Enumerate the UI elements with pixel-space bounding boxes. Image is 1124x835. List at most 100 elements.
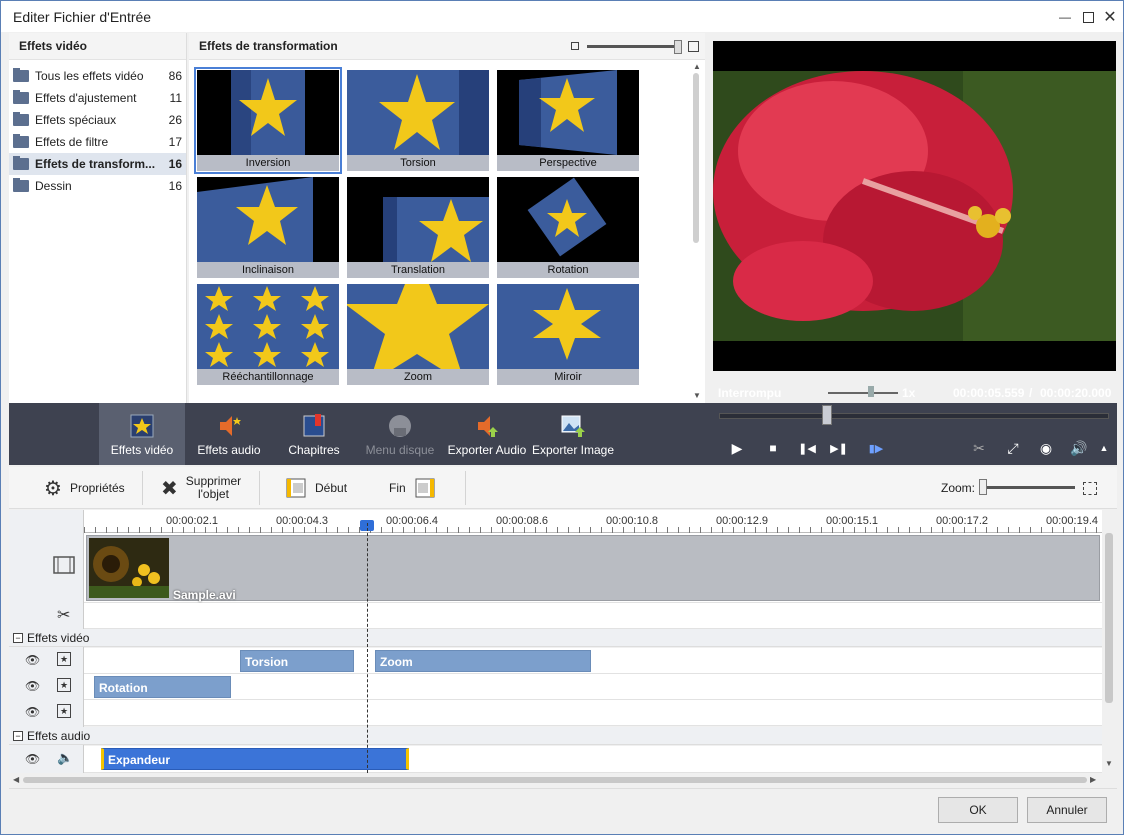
effect-tile-perspective[interactable]: Perspective <box>497 70 639 171</box>
timeline-vertical-scrollbar[interactable] <box>1105 533 1113 703</box>
scissors-icon[interactable]: ✂ <box>969 438 989 458</box>
audio-effects-section-header[interactable]: − Effets audio <box>9 727 1102 745</box>
folder-icon <box>13 112 29 126</box>
effect-tile-inversion[interactable]: Inversion <box>194 67 342 174</box>
end-marker-button[interactable]: Fin <box>389 467 436 509</box>
volume-icon[interactable]: 🔊 <box>1069 438 1089 458</box>
end-label: Fin <box>389 481 406 495</box>
eye-icon[interactable]: 👁 <box>25 653 40 667</box>
delete-x-icon: ✖ <box>161 477 178 500</box>
properties-button[interactable]: ⚙ Propriétés <box>44 467 125 509</box>
category-item-special[interactable]: Effets spéciaux 26 <box>9 109 186 131</box>
effect-clip-torsion[interactable]: Torsion <box>240 650 354 672</box>
tab-label: Exporter Audio <box>447 443 527 457</box>
video-clip[interactable]: Sample.avi <box>86 535 1100 602</box>
effect-tile-translation[interactable]: Translation <box>347 177 489 278</box>
category-label: Dessin <box>35 179 72 193</box>
ruler-label: 00:00:02.1 <box>166 515 218 527</box>
small-thumbs-icon[interactable] <box>571 42 579 50</box>
cancel-button[interactable]: Annuler <box>1027 797 1107 823</box>
delete-object-button[interactable]: ✖ Supprimer l'objet <box>161 467 241 509</box>
category-label: Tous les effets vidéo <box>35 69 144 83</box>
effect-label: Rééchantillonnage <box>197 369 339 385</box>
preview-seek-bar[interactable] <box>719 413 1109 419</box>
snapshot-camera-icon[interactable]: ◉ <box>1036 438 1056 458</box>
ruler-label: 00:00:19.4 <box>1046 515 1098 527</box>
zoom-fit-icon[interactable] <box>1083 482 1097 495</box>
timeline-scroll-right-icon[interactable]: ▶ <box>1090 775 1096 784</box>
eye-icon[interactable]: 👁 <box>25 752 40 766</box>
timeline-scroll-down-icon[interactable]: ▼ <box>1105 759 1113 768</box>
effect-tile-rotation[interactable]: Rotation <box>497 177 639 278</box>
effect-tile-torsion[interactable]: Torsion <box>347 70 489 171</box>
zoom-label: Zoom: <box>941 481 976 495</box>
timeline-horizontal-scrollbar[interactable] <box>23 777 1087 783</box>
effect-thumbnail <box>519 70 617 155</box>
effect-tile-mirror[interactable]: Miroir <box>497 284 639 385</box>
eye-icon[interactable]: 👁 <box>25 679 40 693</box>
next-frame-icon[interactable]: ▶❚ <box>829 438 849 458</box>
effect-tile-resampling[interactable]: Rééchantillonnage <box>197 284 339 385</box>
video-effects-section-header[interactable]: − Effets vidéo <box>9 629 1102 647</box>
timeline-scroll-left-icon[interactable]: ◀ <box>13 775 19 784</box>
ok-button[interactable]: OK <box>938 797 1018 823</box>
minimize-icon[interactable]: — <box>1055 7 1075 27</box>
start-label: Début <box>315 481 348 495</box>
category-item-drawing[interactable]: Dessin 16 <box>9 175 186 197</box>
effect-clip-expandeur[interactable]: Expandeur <box>101 748 409 770</box>
preview-frame <box>713 71 1116 341</box>
category-item-filter[interactable]: Effets de filtre 17 <box>9 131 186 153</box>
fullscreen-icon[interactable]: ⤢ <box>1003 438 1023 458</box>
effects-grid-scrollbar[interactable] <box>693 73 699 243</box>
scroll-up-icon[interactable]: ▲ <box>693 62 701 71</box>
volume-expand-icon[interactable]: ▲ <box>1094 438 1114 458</box>
play-selection-icon[interactable]: ▮▶ <box>866 438 886 458</box>
category-item-all[interactable]: Tous les effets vidéo 86 <box>9 65 186 87</box>
tab-chapters[interactable]: Chapitres <box>274 403 354 465</box>
maximize-icon[interactable] <box>1078 7 1098 27</box>
category-count: 86 <box>168 69 182 83</box>
thumb-size-slider-handle[interactable] <box>674 40 682 54</box>
tab-export-audio[interactable]: Exporter Audio <box>446 403 528 465</box>
effect-label: Zoom <box>347 369 489 385</box>
category-item-adjust[interactable]: Effets d'ajustement 11 <box>9 87 186 109</box>
video-effect-star-icon: ★ <box>57 652 71 666</box>
previous-frame-icon[interactable]: ❚◀ <box>797 438 817 458</box>
effect-tile-zoom[interactable]: Zoom <box>347 284 489 385</box>
thumb-size-slider[interactable] <box>587 45 677 48</box>
effect-clip-zoom[interactable]: Zoom <box>375 650 591 672</box>
collapse-icon[interactable]: − <box>13 633 23 643</box>
speed-slider-handle[interactable] <box>868 386 874 397</box>
category-item-transform[interactable]: Effets de transform... 16 <box>9 153 186 175</box>
scroll-down-icon[interactable]: ▼ <box>693 391 701 400</box>
category-count: 16 <box>168 157 182 171</box>
ruler-label: 00:00:04.3 <box>276 515 328 527</box>
video-clip-thumbnail <box>89 538 169 598</box>
tab-audio-effects[interactable]: Effets audio <box>189 403 269 465</box>
start-marker-button[interactable]: Début <box>285 467 347 509</box>
eye-icon[interactable]: 👁 <box>25 705 40 719</box>
video-track: Sample.avi <box>84 533 1102 603</box>
close-icon[interactable]: ✕ <box>1100 7 1120 27</box>
speed-slider[interactable] <box>828 392 898 394</box>
cut-scissors-icon[interactable]: ✂ <box>57 605 70 625</box>
effect-tile-inclinaison[interactable]: Inclinaison <box>197 177 339 278</box>
folder-icon <box>13 90 29 104</box>
effect-clip-rotation[interactable]: Rotation <box>94 676 231 698</box>
speaker-star-icon <box>220 416 241 436</box>
large-thumbs-icon[interactable] <box>688 41 699 52</box>
effect-label: Torsion <box>347 155 489 171</box>
timeline-ruler[interactable]: 00:00:02.1 00:00:04.3 00:00:06.4 00:00:0… <box>84 510 1102 533</box>
tab-export-image[interactable]: Exporter Image <box>530 403 616 465</box>
play-icon[interactable]: ▶ <box>727 438 747 458</box>
zoom-slider[interactable] <box>985 486 1075 489</box>
tab-label: Effets vidéo <box>110 443 174 457</box>
preview-seek-handle[interactable] <box>822 405 832 425</box>
effect-label: Miroir <box>497 369 639 385</box>
effect-label: Inclinaison <box>197 262 339 278</box>
collapse-icon[interactable]: − <box>13 731 23 741</box>
tab-label: Chapitres <box>288 443 340 457</box>
tab-video-effects[interactable]: Effets vidéo <box>99 403 185 465</box>
zoom-slider-handle[interactable] <box>979 479 987 495</box>
stop-icon[interactable]: ■ <box>763 438 783 458</box>
